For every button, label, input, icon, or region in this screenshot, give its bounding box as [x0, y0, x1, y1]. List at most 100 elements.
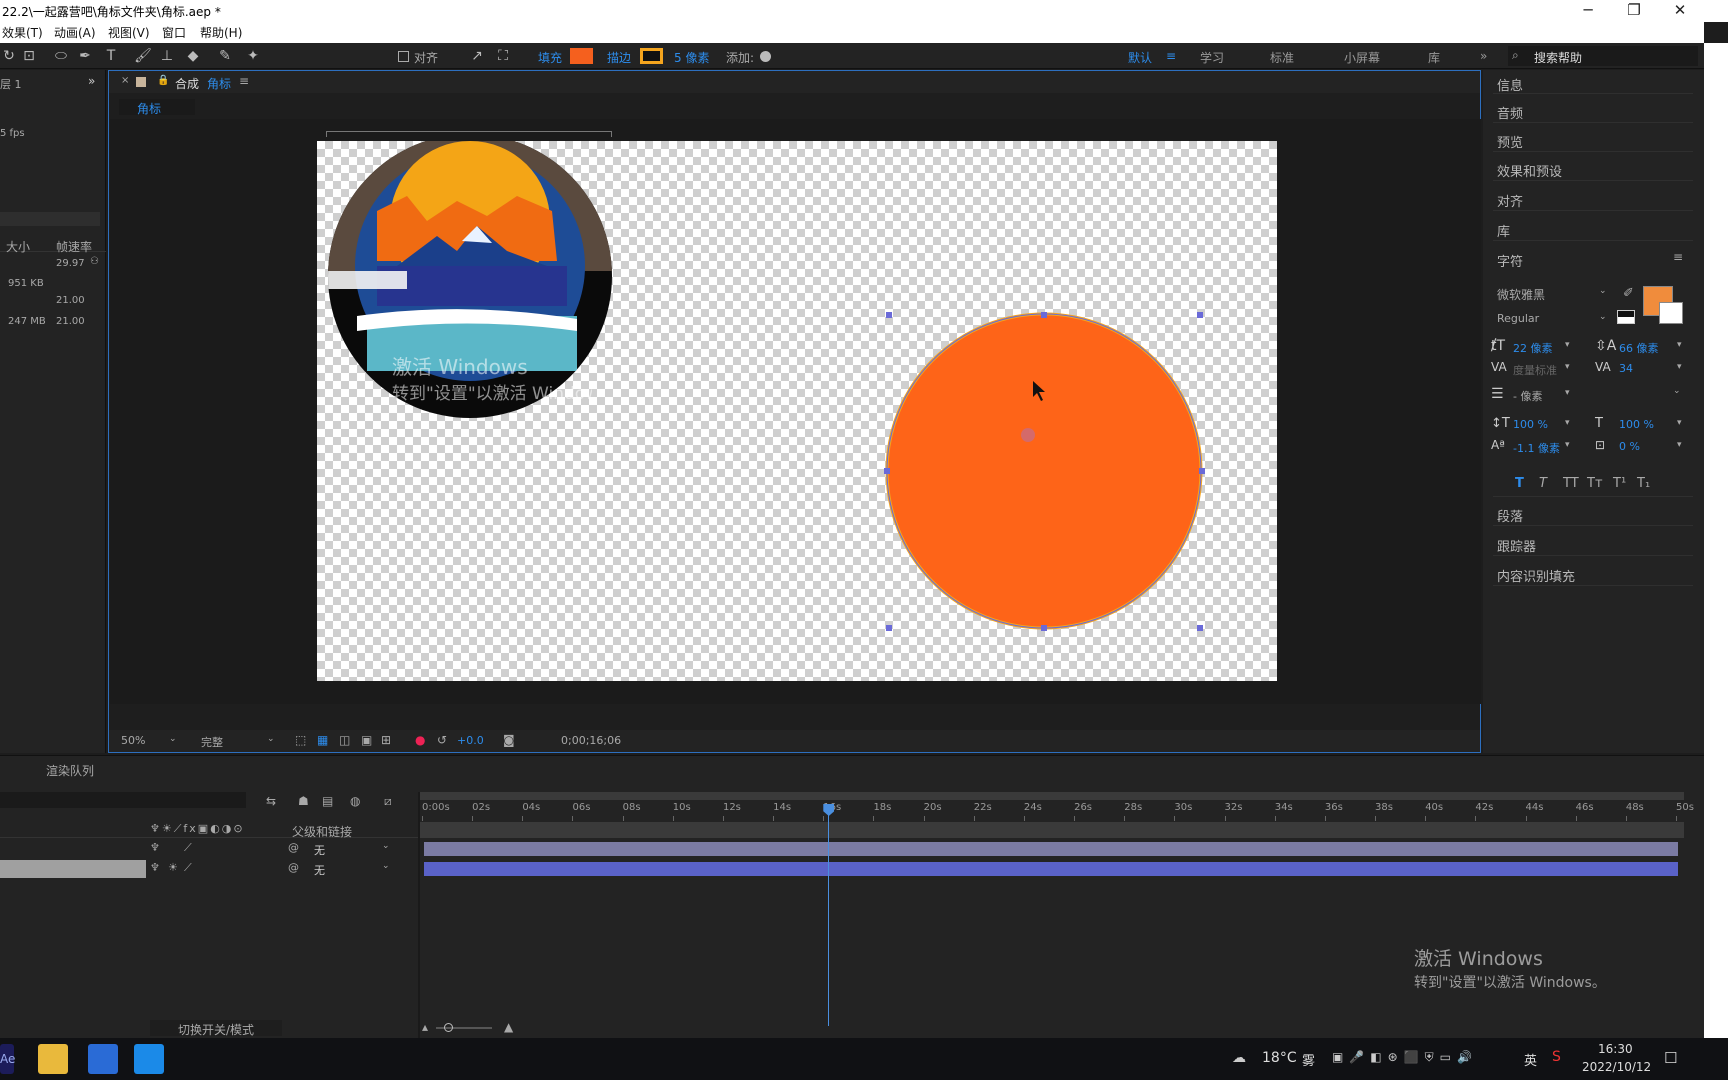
panel-align[interactable]: 对齐 [1497, 191, 1523, 210]
chevron-down-icon[interactable]: ▾ [1565, 440, 1570, 450]
font-style-select[interactable]: Regular [1497, 312, 1539, 325]
add-label[interactable]: 添加: [726, 49, 754, 66]
minimize-icon[interactable]: ─ [1568, 0, 1608, 22]
panel-library[interactable]: 库 [1497, 221, 1510, 240]
stroke-size[interactable]: 5 像素 [674, 49, 709, 66]
region-icon[interactable]: ⬚ [295, 733, 306, 747]
time-ruler[interactable]: 0:00s02s04s06s08s10s12s14s16s18s20s22s24… [0, 756, 1704, 821]
col-size[interactable]: 大小 [6, 238, 30, 255]
baseline-shift-value[interactable]: -1.1 像素 [1513, 440, 1560, 456]
faux-bold-button[interactable]: T [1515, 476, 1524, 491]
chevron-down-icon[interactable]: ▾ [1677, 440, 1682, 450]
chevron-down-icon[interactable]: ⌄ [169, 734, 177, 744]
kerning-value[interactable]: 度量标准 [1513, 362, 1557, 378]
horizontal-scale-value[interactable]: 100 % [1619, 418, 1654, 431]
tsume-value[interactable]: 0 % [1619, 440, 1640, 453]
roto-tool-icon[interactable]: ✎ [216, 47, 234, 65]
zoom-out-icon[interactable]: ▴ [422, 1020, 428, 1034]
clock-time[interactable]: 16:30 [1598, 1042, 1633, 1056]
search-help-field[interactable]: ⌕ 搜索帮助 [1508, 46, 1698, 66]
panel-effects-presets[interactable]: 效果和预设 [1497, 161, 1562, 180]
eyedropper-icon[interactable]: ✐ [1623, 286, 1634, 301]
chevron-down-icon[interactable]: ▾ [1565, 388, 1570, 398]
menu-help[interactable]: 帮助(H) [200, 24, 242, 41]
panel-content-aware-fill[interactable]: 内容识别填充 [1497, 566, 1575, 585]
stroke-label[interactable]: 描边 [607, 49, 631, 66]
notification-icon[interactable]: ☐ [1664, 1049, 1677, 1067]
shy-switch-icon[interactable]: ♆ [150, 841, 160, 854]
breadcrumb-item[interactable]: 角标 [137, 100, 161, 117]
quality-switch-icon[interactable]: ⟋ [184, 841, 192, 855]
panel-paragraph[interactable]: 段落 [1497, 506, 1523, 525]
rotate-tool-icon[interactable]: ↻ [0, 47, 18, 65]
layer-row[interactable]: ♆ ☀ ⟋ @ 无 ⌄ [0, 860, 418, 878]
restore-icon[interactable]: ❐ [1614, 0, 1654, 22]
menu-effects[interactable]: 效果(T) [2, 24, 43, 41]
chevron-down-icon[interactable]: ▾ [1565, 362, 1570, 372]
pickwhip-icon[interactable]: @ [288, 861, 299, 874]
antivirus-icon[interactable]: S [1552, 1049, 1561, 1065]
layer-row[interactable]: ♆ ⟋ @ 无 ⌄ [0, 840, 418, 858]
chevron-down-icon[interactable]: ▾ [1677, 340, 1682, 350]
mask-icon[interactable]: ◫ [339, 733, 350, 747]
workspace-small[interactable]: 小屏幕 [1344, 49, 1380, 66]
all-caps-button[interactable]: TT [1563, 476, 1579, 491]
anchor-tool-icon[interactable]: ⊡ [20, 47, 38, 65]
panel-preview[interactable]: 预览 [1497, 132, 1523, 151]
chevron-down-icon[interactable]: ⌄ [382, 841, 390, 851]
panel-menu-icon[interactable]: ≡ [1673, 250, 1683, 264]
workspace-learn[interactable]: 学习 [1200, 49, 1224, 66]
panel-character[interactable]: 字符 [1497, 251, 1523, 270]
comp-tab-name[interactable]: 角标 [207, 75, 231, 92]
text-tool-icon[interactable]: T [102, 47, 120, 65]
chevron-down-icon[interactable]: ⌄ [1599, 286, 1607, 296]
col-fps[interactable]: 帧速率 [56, 238, 92, 255]
comp-viewer[interactable]: 激活 Windows 转到"设置"以激活 Windows。 [110, 119, 1481, 704]
panel-expand-icon[interactable]: » [88, 74, 95, 88]
parent-select[interactable]: 无 [314, 842, 325, 858]
parent-select[interactable]: 无 [314, 862, 325, 878]
pen-tool-icon[interactable]: ✒ [76, 47, 94, 65]
workspace-library[interactable]: 库 [1428, 49, 1440, 66]
photos-icon[interactable] [88, 1044, 118, 1074]
chevron-down-icon[interactable]: ▾ [1565, 418, 1570, 428]
close-tab-icon[interactable]: × [121, 75, 129, 86]
weather-temp[interactable]: 18°C [1262, 1050, 1297, 1066]
subscript-button[interactable]: T₁ [1637, 476, 1650, 491]
panel-info[interactable]: 信息 [1497, 75, 1523, 94]
chevron-down-icon[interactable]: ▾ [1565, 340, 1570, 350]
zoom-in-icon[interactable]: ▲ [504, 1020, 513, 1034]
guides-icon[interactable]: ▣ [361, 733, 372, 747]
chevron-down-icon[interactable]: ▾ [1677, 362, 1682, 372]
exposure-value[interactable]: +0.0 [457, 734, 484, 747]
quality-switch-icon[interactable]: ⟋ [184, 861, 192, 875]
superscript-button[interactable]: T¹ [1613, 476, 1626, 491]
ime-indicator[interactable]: 英 [1524, 1050, 1537, 1069]
tracking-value[interactable]: 34 [1619, 362, 1633, 375]
snapshot-icon[interactable]: ◙ [503, 733, 515, 747]
lock-icon[interactable]: 🔒 [157, 75, 169, 86]
layer-bar[interactable] [424, 842, 1678, 856]
pickwhip-icon[interactable]: @ [288, 841, 299, 854]
breadcrumb[interactable]: 角标 [119, 99, 195, 117]
chevron-down-icon[interactable]: ⌄ [1599, 312, 1607, 322]
no-fill-icon[interactable] [1617, 310, 1635, 324]
comp-tab-prefix[interactable]: 合成 [175, 75, 199, 92]
workspace-menu-icon[interactable]: ≡ [1166, 49, 1176, 63]
collapse-switch-icon[interactable]: ☀ [168, 861, 178, 874]
brush-tool-icon[interactable]: 🖌 [134, 47, 152, 65]
tray-icons[interactable]: ▣🎤◧⊛⬛⛨▭🔊 [1332, 1050, 1478, 1065]
menu-animation[interactable]: 动画(A) [54, 24, 96, 41]
clock-date[interactable]: 2022/10/12 [1582, 1060, 1651, 1074]
transparency-grid-icon[interactable]: ▦ [317, 733, 328, 747]
chevron-down-icon[interactable]: ⌄ [267, 734, 275, 744]
layer-bar-selected[interactable] [424, 862, 1678, 876]
zoom-select[interactable]: 50% [121, 734, 145, 747]
snap-icon[interactable]: ↗ [468, 47, 486, 65]
transparency-grid[interactable]: 激活 Windows 转到"设置"以激活 Windows。 [317, 141, 1277, 681]
fill-label[interactable]: 填充 [538, 49, 562, 66]
workspace-more[interactable]: » [1480, 49, 1487, 63]
small-caps-button[interactable]: Tт [1587, 476, 1603, 491]
add-play-icon[interactable] [760, 51, 771, 62]
menu-window[interactable]: 窗口 [162, 24, 186, 41]
